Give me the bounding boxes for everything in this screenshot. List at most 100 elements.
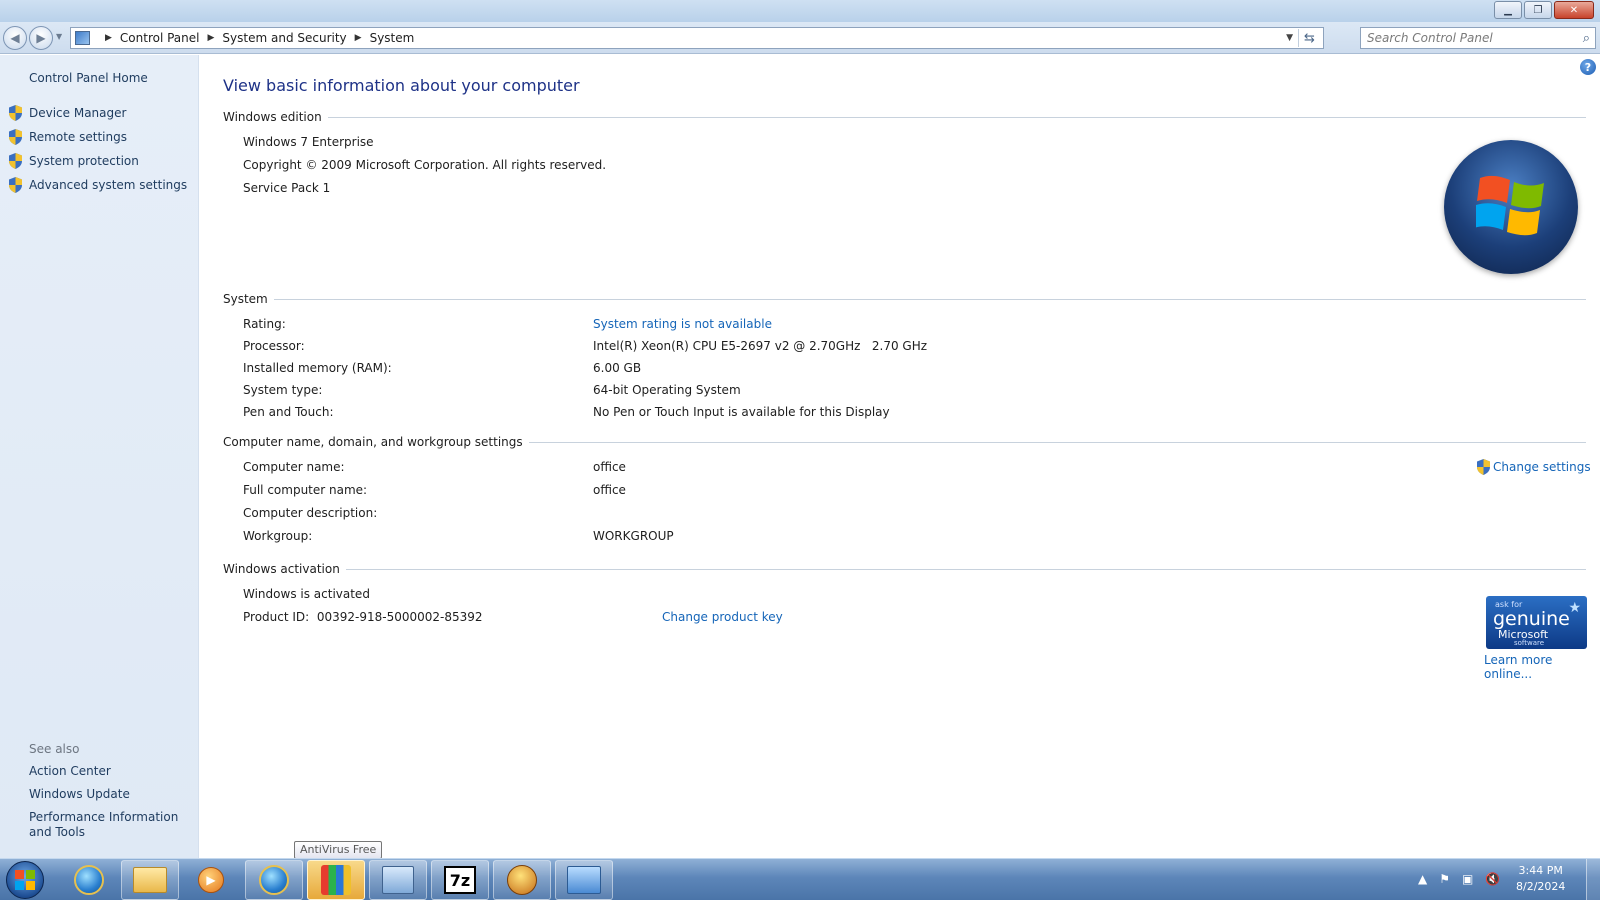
internet-explorer-icon: [74, 865, 104, 895]
change-settings-label[interactable]: Change settings: [1493, 460, 1591, 474]
edition-copyright: Copyright © 2009 Microsoft Corporation. …: [243, 158, 607, 172]
sidebar-item-remote-settings[interactable]: Remote settings: [8, 129, 127, 145]
rating-label: Rating:: [243, 317, 286, 331]
breadcrumb-control-panel[interactable]: Control Panel: [120, 31, 200, 45]
taskbar-control-panel[interactable]: [555, 860, 613, 900]
section-windows-activation: Windows activation: [223, 562, 1586, 576]
breadcrumb-system-and-security[interactable]: System and Security: [222, 31, 346, 45]
close-button[interactable]: ✕: [1554, 1, 1594, 19]
memory-label: Installed memory (RAM):: [243, 361, 392, 375]
breadcrumb-separator-icon[interactable]: ▶: [105, 33, 112, 43]
search-box[interactable]: ⌕: [1360, 27, 1596, 49]
network-icon[interactable]: ▣: [1462, 872, 1473, 886]
computer-name-label: Computer name:: [243, 460, 345, 474]
title-bar: ▁ ❐ ✕: [0, 0, 1600, 22]
sidebar-item-label[interactable]: System protection: [29, 154, 139, 168]
windows-logo-icon: [1444, 140, 1578, 274]
star-icon: ★: [1568, 600, 1581, 616]
breadcrumb-system[interactable]: System: [370, 31, 415, 45]
shield-icon: [1476, 459, 1491, 475]
full-computer-name-label: Full computer name:: [243, 483, 368, 497]
taskbar: ▶ 7z ▲ ⚑ ▣ 🔇 3:44 PM 8/2/2024: [0, 858, 1600, 900]
maximize-button[interactable]: ❐: [1524, 1, 1552, 19]
shield-icon: [8, 177, 23, 193]
show-hidden-icons-icon[interactable]: ▲: [1418, 872, 1427, 886]
activation-status: Windows is activated: [243, 587, 370, 601]
volume-muted-icon[interactable]: 🔇: [1485, 872, 1500, 886]
see-also-performance-information[interactable]: Performance Information and Tools: [29, 810, 194, 840]
forward-button[interactable]: ▶: [29, 26, 53, 50]
system-type-label: System type:: [243, 383, 323, 397]
taskbar-browser[interactable]: [245, 860, 303, 900]
help-icon[interactable]: ?: [1580, 59, 1596, 75]
taskbar-windows-explorer[interactable]: [121, 860, 179, 900]
change-product-key-link[interactable]: Change product key: [662, 610, 783, 624]
show-desktop-button[interactable]: [1586, 859, 1600, 900]
utility-icon: [507, 865, 537, 895]
control-panel-home-link[interactable]: Control Panel Home: [29, 71, 148, 85]
computer-description-label: Computer description:: [243, 506, 378, 520]
search-icon[interactable]: ⌕: [1583, 31, 1590, 46]
taskbar-computer[interactable]: [369, 860, 427, 900]
search-input[interactable]: [1367, 31, 1567, 45]
computer-icon: [382, 866, 414, 894]
media-player-icon: ▶: [198, 867, 224, 893]
genuine-text: software: [1514, 639, 1545, 647]
7zip-icon: 7z: [444, 866, 476, 894]
section-heading: System: [223, 292, 268, 306]
learn-more-link[interactable]: Learn more online...: [1484, 653, 1600, 681]
refresh-icon[interactable]: ⇆: [1298, 29, 1320, 47]
edition-name: Windows 7 Enterprise: [243, 135, 374, 149]
sidebar-item-label[interactable]: Remote settings: [29, 130, 127, 144]
address-dropdown-icon[interactable]: ▼: [1286, 33, 1293, 43]
main-content: ? View basic information about your comp…: [200, 55, 1600, 858]
change-settings-link[interactable]: Change settings: [1476, 459, 1591, 475]
address-bar[interactable]: ▶ Control Panel ▶ System and Security ▶ …: [70, 27, 1324, 49]
system-rating-link[interactable]: System rating is not available: [593, 317, 772, 331]
window-controls: ▁ ❐ ✕: [1492, 1, 1594, 19]
pen-touch-label: Pen and Touch:: [243, 405, 334, 419]
genuine-microsoft-badge[interactable]: ask for genuine Microsoft software ★: [1486, 596, 1587, 649]
clock-time: 3:44 PM: [1518, 864, 1563, 877]
sidebar-item-label[interactable]: Device Manager: [29, 106, 126, 120]
see-also-windows-update[interactable]: Windows Update: [29, 787, 194, 802]
sidebar: Control Panel Home Device Manager Remote…: [0, 55, 199, 858]
taskbar-utility[interactable]: [493, 860, 551, 900]
sidebar-item-advanced-system-settings[interactable]: Advanced system settings: [8, 177, 187, 193]
control-panel-icon: [75, 31, 90, 45]
back-button[interactable]: ◀: [3, 26, 27, 50]
see-also-heading: See also: [29, 742, 80, 756]
breadcrumb-separator-icon[interactable]: ▶: [208, 33, 215, 43]
shield-icon: [8, 153, 23, 169]
windows-flag-icon: [15, 870, 35, 890]
taskbar-internet-explorer[interactable]: [60, 860, 118, 900]
sidebar-item-device-manager[interactable]: Device Manager: [8, 105, 126, 121]
sidebar-item-label[interactable]: Advanced system settings: [29, 178, 187, 192]
start-button[interactable]: [6, 861, 44, 899]
see-also-action-center[interactable]: Action Center: [29, 764, 194, 779]
processor-label: Processor:: [243, 339, 305, 353]
control-panel-icon: [567, 866, 601, 894]
antivirus-icon: [321, 865, 351, 895]
recent-pages-dropdown[interactable]: ▼: [56, 32, 62, 41]
section-windows-edition: Windows edition: [223, 110, 1586, 124]
minimize-button[interactable]: ▁: [1494, 1, 1522, 19]
section-divider: [345, 568, 1586, 570]
taskbar-media-player[interactable]: ▶: [182, 860, 240, 900]
processor-value: Intel(R) Xeon(R) CPU E5-2697 v2 @ 2.70GH…: [593, 339, 928, 353]
section-system: System: [223, 292, 1586, 306]
computer-name-value: office: [593, 460, 626, 474]
clock[interactable]: 3:44 PM 8/2/2024: [1516, 863, 1565, 895]
navigation-bar: ◀ ▶ ▼ ▶ Control Panel ▶ System and Secur…: [0, 22, 1600, 54]
section-divider: [327, 116, 1586, 118]
taskbar-antivirus[interactable]: [307, 860, 365, 900]
sidebar-item-system-protection[interactable]: System protection: [8, 153, 139, 169]
breadcrumb-separator-icon[interactable]: ▶: [355, 33, 362, 43]
action-center-flag-icon[interactable]: ⚑: [1439, 872, 1450, 886]
system-tray: ▲ ⚑ ▣ 🔇: [1418, 872, 1512, 886]
pen-touch-value: No Pen or Touch Input is available for t…: [593, 405, 890, 419]
taskbar-7zip[interactable]: 7z: [431, 860, 489, 900]
workgroup-label: Workgroup:: [243, 529, 313, 543]
system-type-value: 64-bit Operating System: [593, 383, 741, 397]
shield-icon: [8, 129, 23, 145]
